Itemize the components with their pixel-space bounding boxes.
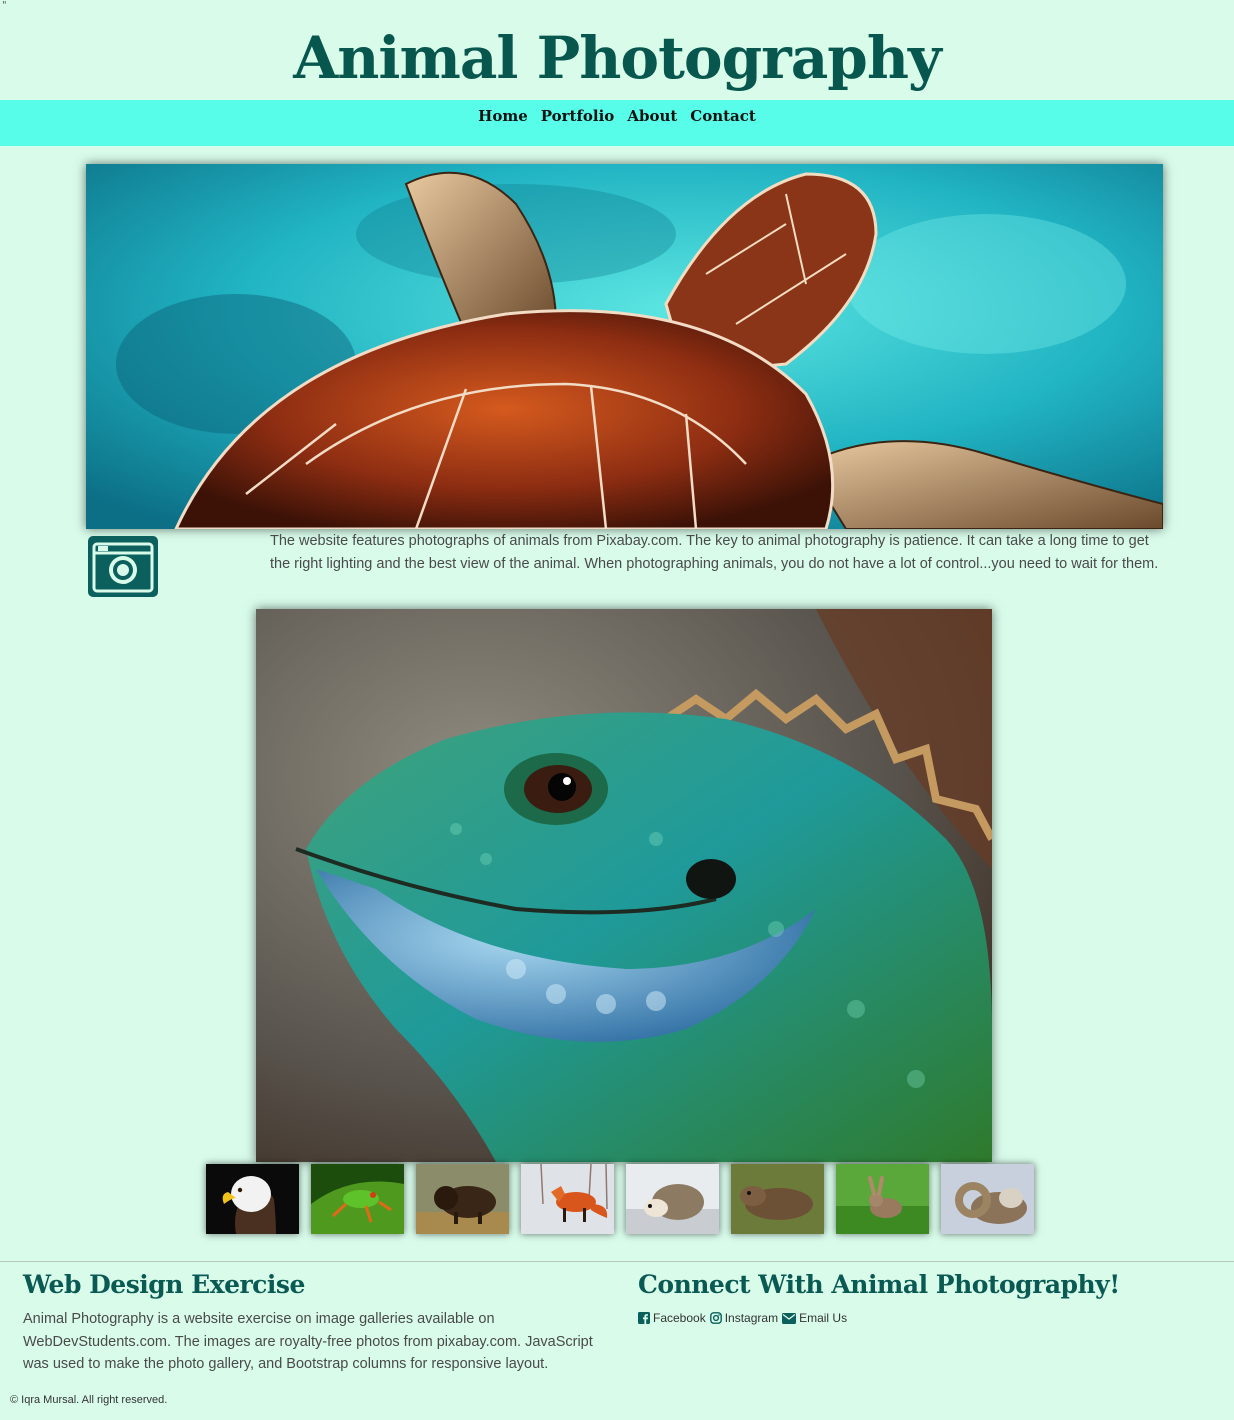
facebook-label: Facebook [653, 1311, 706, 1325]
email-icon [782, 1312, 797, 1324]
intro-text: The website features photographs of anim… [270, 533, 1159, 572]
nav-contact[interactable]: Contact [690, 107, 756, 125]
thumbnail-strip [206, 1164, 1034, 1234]
footer-right-heading: Connect With Animal Photography! [638, 1270, 1120, 1299]
stray-mark: " [2, 0, 7, 11]
nav-portfolio[interactable]: Portfolio [541, 107, 615, 125]
footer-left-heading: Web Design Exercise [23, 1270, 305, 1299]
thumbnail-bison[interactable] [416, 1164, 509, 1234]
thumbnail-frog[interactable] [311, 1164, 404, 1234]
facebook-icon [638, 1312, 650, 1324]
camera-icon [86, 534, 160, 599]
thumbnail-hedgehog[interactable] [626, 1164, 719, 1234]
main-gallery-image [256, 609, 992, 1162]
nav-about[interactable]: About [627, 107, 677, 125]
sea-turtle-photo [86, 164, 1163, 529]
site-title: Animal Photography [293, 24, 941, 92]
instagram-icon [709, 1312, 722, 1324]
social-links: Facebook Instagram Email Us [638, 1311, 851, 1325]
thumbnail-otter[interactable] [731, 1164, 824, 1234]
footer-left-text: Animal Photography is a website exercise… [23, 1311, 593, 1372]
nav-home[interactable]: Home [478, 107, 528, 125]
thumbnail-rabbit[interactable] [836, 1164, 929, 1234]
thumbnail-ram[interactable] [941, 1164, 1034, 1234]
iguana-photo [256, 609, 992, 1162]
footer-divider [0, 1261, 1234, 1262]
navbar: Home Portfolio About Contact [0, 100, 1234, 146]
thumbnail-fox[interactable] [521, 1164, 614, 1234]
hero-image [86, 164, 1163, 529]
email-link[interactable]: Email Us [782, 1311, 847, 1325]
instagram-link[interactable]: Instagram [709, 1311, 779, 1325]
facebook-link[interactable]: Facebook [638, 1311, 706, 1325]
copyright: © Iqra Mursal. All right reserved. [10, 1394, 168, 1406]
instagram-label: Instagram [724, 1311, 779, 1325]
email-label: Email Us [799, 1311, 848, 1325]
thumbnail-eagle[interactable] [206, 1164, 299, 1234]
